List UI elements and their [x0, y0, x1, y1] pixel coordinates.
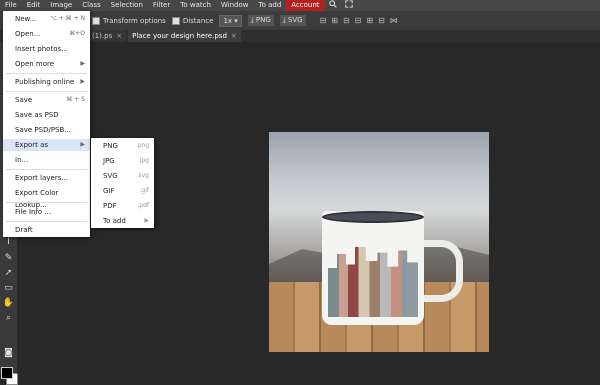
chevron-right-icon: ▶	[80, 78, 85, 85]
menu-divider	[6, 73, 87, 74]
checkbox-icon[interactable]	[92, 16, 100, 25]
foreground-color-swatch[interactable]	[1, 367, 13, 379]
menu-item-save-psd-psb[interactable]: Save PSD/PSB...	[3, 124, 90, 136]
enamel-mug	[322, 211, 424, 325]
menu-selection[interactable]: Selection	[106, 0, 148, 11]
menu-account[interactable]: Account	[286, 0, 325, 11]
menu-window[interactable]: Window	[216, 0, 254, 11]
menu-bar: File Edit Image Class Selection Filter T…	[0, 0, 600, 11]
text-tool-icon[interactable]: I	[2, 236, 15, 248]
fullscreen-icon[interactable]	[341, 0, 357, 11]
menu-to-add[interactable]: To add	[254, 0, 287, 11]
chevron-right-icon: ▶	[80, 60, 85, 67]
chevron-right-icon: ▶	[80, 141, 85, 148]
menu-edit[interactable]: Edit	[22, 0, 46, 11]
close-icon[interactable]: ×	[116, 32, 122, 40]
distribute-icon[interactable]: ⋈	[390, 16, 398, 25]
export-png-button[interactable]: ⤓ PNG	[247, 15, 274, 26]
transform-options-toggle[interactable]: Transform options	[92, 16, 166, 25]
tab-place-your-design[interactable]: Place your design here.psd ×	[128, 30, 241, 42]
menu-item-open[interactable]: Open... ⌘+O	[3, 28, 90, 40]
export-png-item[interactable]: PNG .png	[91, 140, 154, 152]
export-svg-item[interactable]: SVG .svg	[91, 170, 154, 182]
tab-label: (1).ps	[92, 32, 113, 40]
close-icon[interactable]: ×	[231, 32, 237, 40]
export-as-submenu: PNG .png JPG .jpg SVG .svg GIF .gif PDF .pdf …	[91, 138, 154, 228]
export-to-add-item[interactable]: To add ▶	[91, 215, 154, 227]
mug-rim-inner	[325, 213, 421, 221]
menu-to-watch[interactable]: To watch	[175, 0, 216, 11]
menu-item-in[interactable]: In...	[3, 154, 90, 166]
tab-label: Place your design here.psd	[132, 32, 227, 40]
shape-tool-icon[interactable]: ▭	[2, 282, 15, 294]
menu-item-export-color-lookup[interactable]: Export Color Lookup...	[3, 187, 90, 209]
export-jpg-item[interactable]: JPG .jpg	[91, 155, 154, 167]
align-center-icon[interactable]: ⊞	[331, 16, 338, 25]
download-icon: ⤓	[282, 16, 286, 24]
align-bottom-icon[interactable]: ⊟	[378, 16, 385, 25]
city-illustration	[328, 247, 418, 317]
export-svg-button[interactable]: ⤓ SVG	[279, 15, 306, 26]
distance-toggle[interactable]: Distance	[171, 16, 214, 25]
align-right-icon[interactable]: ⊟	[343, 16, 350, 25]
menu-item-open-more[interactable]: Open more ▶	[3, 58, 90, 70]
menu-class[interactable]: Class	[77, 0, 105, 11]
zoom-tool-icon[interactable]: ⌕	[2, 312, 15, 324]
menu-divider	[6, 169, 87, 170]
file-menu: New... ⌥ + ⌘ + N Open... ⌘+O Insert photos…	[3, 11, 90, 237]
menu-divider	[6, 91, 87, 92]
menu-item-export-layers[interactable]: Export layers...	[3, 172, 90, 184]
chevron-right-icon: ▶	[144, 217, 149, 224]
export-gif-item[interactable]: GIF .gif	[91, 185, 154, 197]
path-select-icon[interactable]: ➚	[2, 267, 15, 279]
transform-options-label: Transform options	[103, 16, 166, 25]
menu-item-save-as-psd[interactable]: Save as PSD	[3, 109, 90, 121]
document-tabs: (1).ps × Place your design here.psd ×	[0, 30, 600, 42]
distance-label: Distance	[182, 16, 214, 25]
checkbox-icon[interactable]	[171, 16, 180, 25]
menu-item-export-as[interactable]: Export as ▶	[3, 139, 90, 151]
menu-filter[interactable]: Filter	[148, 0, 175, 11]
mug-handle	[420, 240, 463, 302]
download-icon: ⤓	[250, 16, 254, 24]
menu-item-insert-photos[interactable]: Insert photos...	[3, 43, 90, 55]
menu-item-publishing-online[interactable]: Publishing online ▶	[3, 76, 90, 88]
menu-file[interactable]: File	[0, 0, 22, 11]
menu-divider	[6, 221, 87, 222]
menu-divider	[6, 202, 87, 203]
hand-tool-icon[interactable]: ✋	[2, 297, 15, 309]
menu-item-file-info[interactable]: File Info ...	[3, 206, 90, 218]
menu-item-save[interactable]: Save ⌘ + S	[3, 94, 90, 106]
search-icon[interactable]	[325, 0, 341, 11]
menu-item-new[interactable]: New... ⌥ + ⌘ + N	[3, 13, 90, 25]
align-middle-icon[interactable]: ⊞	[366, 16, 373, 25]
align-top-icon[interactable]: ⊟	[355, 16, 362, 25]
export-pdf-item[interactable]: PDF .pdf	[91, 200, 154, 212]
pen-tool-icon[interactable]: ✎	[2, 252, 15, 264]
tab-document-1[interactable]: (1).ps ×	[88, 30, 127, 42]
quick-mask-icon[interactable]: ◙	[2, 347, 15, 359]
align-left-icon[interactable]: ⊟	[320, 16, 327, 25]
menu-item-draft[interactable]: Draft	[3, 224, 90, 236]
scale-select[interactable]: 1x ▾	[219, 14, 242, 27]
align-tools: ⊟ ⊞ ⊟ ⊟ ⊞ ⊟ ⋈	[320, 16, 398, 25]
menu-image[interactable]: Image	[45, 0, 77, 11]
options-bar: Transform options Distance 1x ▾ ⤓ PNG ⤓ SV…	[0, 11, 600, 30]
